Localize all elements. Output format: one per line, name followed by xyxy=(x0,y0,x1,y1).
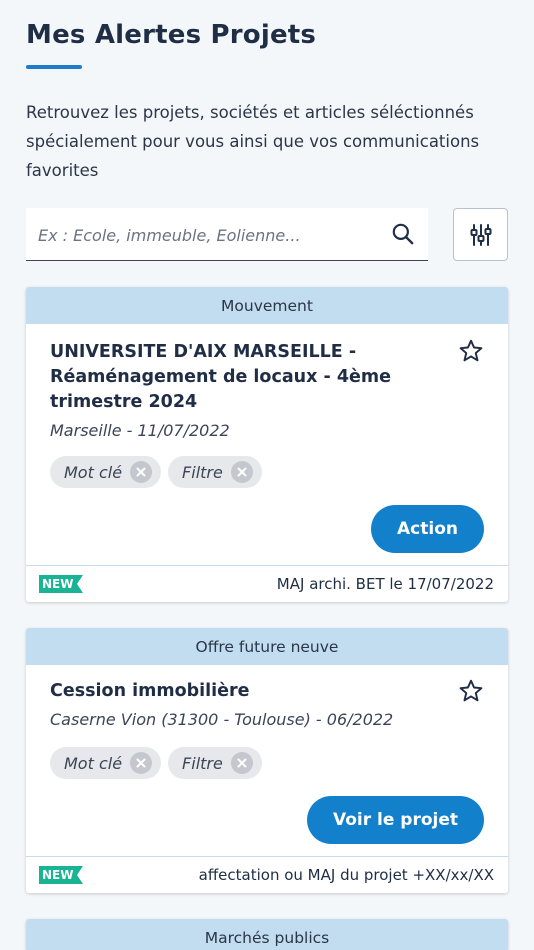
card-category: Mouvement xyxy=(26,287,508,324)
tag-label: Mot clé xyxy=(64,753,123,773)
close-icon[interactable] xyxy=(130,752,153,774)
close-icon[interactable] xyxy=(130,461,153,483)
tag-label: Filtre xyxy=(182,753,223,773)
card-meta: Caserne Vion (31300 - Toulouse) - 06/202… xyxy=(50,710,394,729)
tag-label: Filtre xyxy=(182,462,223,482)
project-card[interactable]: Offre future neuve Cession immobilière C… xyxy=(26,628,508,893)
project-card[interactable]: Marchés publics xyxy=(26,919,508,950)
card-category: Marchés publics xyxy=(26,919,508,950)
tag-list: Mot clé Filtre xyxy=(50,747,484,779)
close-icon[interactable] xyxy=(230,461,253,483)
card-footer: NEW MAJ archi. BET le 17/07/2022 xyxy=(26,565,508,602)
tag-chip[interactable]: Mot clé xyxy=(50,456,162,488)
view-project-button[interactable]: Voir le projet xyxy=(306,796,484,844)
search-icon[interactable] xyxy=(390,221,416,247)
action-button[interactable]: Action xyxy=(371,505,484,553)
new-badge: NEW xyxy=(42,577,74,591)
intro-text: Retrouvez les projets, sociétés et artic… xyxy=(26,103,480,180)
search-box[interactable] xyxy=(26,208,428,261)
tag-chip[interactable]: Mot clé xyxy=(50,747,162,779)
star-icon[interactable] xyxy=(458,338,484,364)
tag-chip[interactable]: Filtre xyxy=(168,456,262,488)
new-badge: NEW xyxy=(42,868,74,882)
card-meta: Marseille - 11/07/2022 xyxy=(50,421,230,440)
tag-label: Mot clé xyxy=(64,462,123,482)
card-category: Offre future neuve xyxy=(26,628,508,665)
filter-button[interactable] xyxy=(453,208,508,261)
footer-text: affectation ou MAJ du projet +XX/xx/XX xyxy=(198,866,494,884)
page-title: Mes Alertes Projets xyxy=(26,20,317,50)
close-icon[interactable] xyxy=(230,752,253,774)
sliders-icon xyxy=(470,223,491,246)
project-card[interactable]: Mouvement UNIVERSITE D'AIX MARSEILLE - R… xyxy=(26,287,508,602)
card-footer: NEW affectation ou MAJ du projet +XX/xx/… xyxy=(26,856,508,893)
card-title[interactable]: Cession immobilière xyxy=(50,679,440,704)
star-icon[interactable] xyxy=(458,678,484,704)
footer-text: MAJ archi. BET le 17/07/2022 xyxy=(276,575,494,593)
title-underline xyxy=(26,65,82,69)
card-title[interactable]: UNIVERSITE D'AIX MARSEILLE - Réaménageme… xyxy=(50,340,440,415)
tag-list: Mot clé Filtre xyxy=(50,456,484,488)
tag-chip[interactable]: Filtre xyxy=(168,747,262,779)
search-input[interactable] xyxy=(38,222,368,248)
